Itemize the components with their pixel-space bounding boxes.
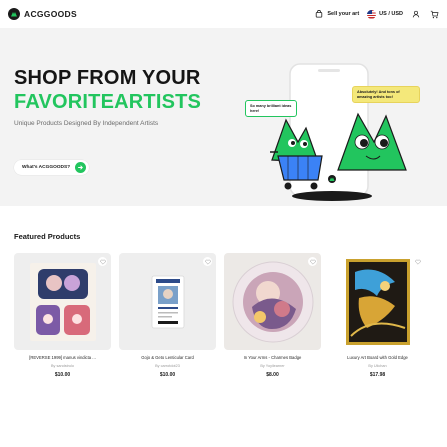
top-header: ACGGOODS Sell your art US / USD	[0, 0, 447, 28]
hero-illustration	[270, 63, 407, 201]
brand-name: ACGGOODS	[24, 9, 77, 19]
product-artist[interactable]: By carrotdot23	[119, 364, 216, 368]
brand-link[interactable]: ACGGOODS	[8, 8, 77, 20]
locale-selector[interactable]: US / USD	[367, 9, 403, 19]
wishlist-heart-icon[interactable]	[308, 257, 317, 266]
product-price: $8.00	[266, 372, 279, 378]
product-image[interactable]	[14, 253, 111, 350]
wishlist-heart-icon[interactable]	[98, 257, 107, 266]
product-artist[interactable]: By Uiichan	[329, 364, 426, 368]
cart-icon[interactable]	[429, 9, 439, 19]
featured-products-heading: Featured Products	[14, 232, 81, 241]
product-artist[interactable]: By Yoyilearner	[224, 364, 321, 368]
product-card[interactable]: [REVERSE 1999] manus vindicta ... By san…	[14, 253, 111, 378]
product-price: $10.00	[159, 372, 176, 378]
hero-title-line-2: FAVORITEARTISTS	[14, 91, 202, 113]
lenticular-card-image	[151, 275, 184, 328]
product-name[interactable]: Gojo & Geto Lenticular Card	[119, 355, 216, 360]
arrow-right-icon	[75, 162, 87, 173]
sell-your-art-label: Sell your art	[327, 11, 360, 17]
hero-title: SHOP FROM YOUR FAVORITEARTISTS	[14, 66, 201, 114]
product-name[interactable]: In Your Arms - Charmes Badge	[224, 355, 321, 360]
whats-acggoods-button[interactable]: What's ACGGOODS?	[14, 160, 90, 175]
logo-icon	[8, 8, 20, 20]
product-name[interactable]: [REVERSE 1999] manus vindicta ...	[14, 355, 111, 360]
product-name[interactable]: Luxury Art Board with Gold Edge	[329, 355, 426, 360]
speech-bubble-left: So many brilliant ideas here!	[245, 100, 297, 117]
store-icon	[314, 9, 324, 19]
product-image[interactable]	[329, 253, 426, 350]
header-actions: Sell your art US / USD	[314, 9, 439, 19]
cta-label: What's ACGGOODS?	[22, 165, 71, 170]
product-card[interactable]: Luxury Art Board with Gold Edge By Uiich…	[329, 253, 426, 378]
hero-banner: SHOP FROM YOUR FAVORITEARTISTS Unique Pr…	[0, 28, 447, 206]
product-grid: [REVERSE 1999] manus vindicta ... By san…	[14, 253, 434, 378]
product-image[interactable]	[119, 253, 216, 350]
badge-image	[232, 261, 313, 342]
speech-bubble-right: Absolutely! And tons of amazing artists …	[352, 86, 420, 103]
locale-label: US / USD	[379, 11, 403, 17]
user-icon[interactable]	[411, 9, 421, 19]
product-price: $10.00	[54, 372, 71, 378]
product-image[interactable]	[224, 253, 321, 350]
wishlist-heart-icon[interactable]	[203, 257, 212, 266]
product-artist[interactable]: By sandstrulo	[14, 364, 111, 368]
product-card[interactable]: In Your Arms - Charmes Badge By Yoyilear…	[224, 253, 321, 378]
sticker-sheet-image	[29, 262, 96, 341]
product-card[interactable]: Gojo & Geto Lenticular Card By carrotdot…	[119, 253, 216, 378]
product-price: $17.98	[369, 372, 386, 378]
art-board-image	[345, 258, 410, 345]
hero-title-line-1: SHOP FROM YOUR	[14, 67, 201, 89]
wishlist-heart-icon[interactable]	[413, 257, 422, 266]
hero-subtitle: Unique Products Designed By Independent …	[14, 120, 159, 127]
flag-icon	[367, 9, 377, 19]
sell-your-art-link[interactable]: Sell your art	[314, 9, 359, 19]
